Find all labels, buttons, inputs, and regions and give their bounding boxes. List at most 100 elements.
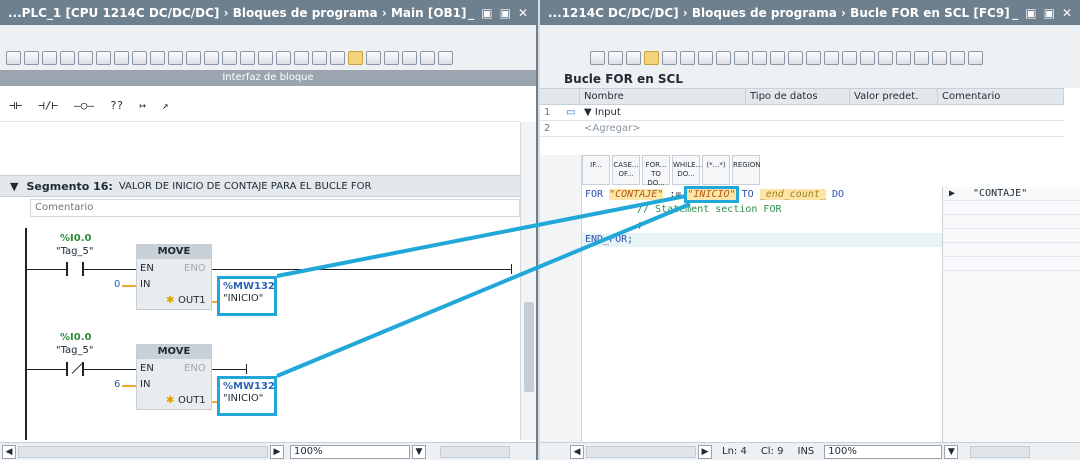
tool-icon[interactable] — [240, 51, 255, 65]
code-line-1[interactable]: FOR "CONTAJE" := "INICIO" TO _end_count_… — [585, 186, 844, 203]
tool-icon[interactable] — [168, 51, 183, 65]
for-template-button[interactable]: FOR... TO DO... — [642, 155, 670, 187]
tool-icon[interactable] — [734, 51, 749, 65]
net1-no-contact[interactable] — [66, 262, 84, 276]
no-contact-icon[interactable]: ⊣⊢ — [6, 97, 25, 114]
close-icon[interactable]: ✕ — [1062, 6, 1072, 20]
interface-row[interactable]: 2 <Agregar> — [540, 121, 1064, 137]
tool-icon[interactable] — [932, 51, 947, 65]
tool-icon[interactable] — [968, 51, 983, 65]
scroll-right-icon[interactable]: ▶ — [698, 444, 712, 459]
maximize-icon[interactable]: ▣ — [1044, 6, 1055, 20]
net1-out-operand[interactable]: %MW132 "INICIO" — [217, 276, 277, 316]
tool-icon[interactable] — [114, 51, 129, 65]
scroll-left-icon[interactable]: ◀ — [570, 444, 584, 459]
tool-icon[interactable] — [402, 51, 417, 65]
tool-icon[interactable] — [60, 51, 75, 65]
right-horizontal-scrollbar[interactable] — [586, 445, 696, 458]
net2-out-operand[interactable]: %MW132 "INICIO" — [217, 376, 277, 416]
tool-icon[interactable] — [644, 51, 659, 65]
tool-icon[interactable] — [842, 51, 857, 65]
tool-icon[interactable] — [42, 51, 57, 65]
net1-in-value[interactable]: 0 — [114, 279, 120, 290]
tool-icon[interactable] — [366, 51, 381, 65]
tool-icon[interactable] — [24, 51, 39, 65]
block-interface-bar[interactable]: Interfaz de bloque — [0, 70, 536, 86]
tool-icon[interactable] — [78, 51, 93, 65]
tool-icon[interactable] — [186, 51, 201, 65]
tool-icon[interactable] — [348, 51, 363, 65]
tool-icon[interactable] — [770, 51, 785, 65]
coil-icon[interactable]: –○– — [71, 97, 97, 114]
segment-header[interactable]: ▼ Segmento 16: VALOR DE INICIO DE CONTAJ… — [0, 175, 520, 197]
tool-icon[interactable] — [204, 51, 219, 65]
code-line-2[interactable]: // Statement section FOR — [637, 204, 782, 215]
left-zoom-select[interactable]: 100% — [290, 444, 410, 459]
tool-icon[interactable] — [330, 51, 345, 65]
zoom-dropdown-icon[interactable]: ▼ — [944, 444, 959, 459]
col-type-header[interactable]: Tipo de datos — [746, 89, 850, 104]
left-horizontal-scrollbar[interactable] — [18, 445, 268, 458]
tool-icon[interactable] — [258, 51, 273, 65]
if-template-button[interactable]: IF... — [582, 155, 610, 185]
tool-icon[interactable] — [824, 51, 839, 65]
collapse-icon[interactable]: ▼ — [10, 180, 18, 193]
tool-icon[interactable] — [896, 51, 911, 65]
tool-icon[interactable] — [680, 51, 695, 65]
tool-icon[interactable] — [384, 51, 399, 65]
nc-contact-icon[interactable]: ⊣/⊢ — [35, 97, 61, 114]
left-zoom-slider[interactable] — [440, 445, 510, 458]
maximize-icon[interactable]: ▣ — [500, 6, 511, 20]
tool-icon[interactable] — [878, 51, 893, 65]
tool-icon[interactable] — [222, 51, 237, 65]
close-branch-icon[interactable]: ↗ — [159, 97, 172, 114]
tool-icon[interactable] — [420, 51, 435, 65]
restore-icon[interactable]: ▣ — [1025, 6, 1036, 20]
zoom-dropdown-icon[interactable]: ▼ — [412, 444, 426, 459]
net2-nc-contact[interactable] — [66, 362, 84, 376]
col-default-header[interactable]: Valor predet. — [850, 89, 938, 104]
tool-icon[interactable] — [294, 51, 309, 65]
tool-icon[interactable] — [96, 51, 111, 65]
scroll-left-icon[interactable]: ◀ — [2, 444, 16, 459]
col-name-header[interactable]: Nombre — [580, 89, 746, 104]
while-template-button[interactable]: WHILE... DO... — [672, 155, 702, 185]
tool-icon[interactable] — [150, 51, 165, 65]
left-vertical-scrollbar[interactable] — [520, 122, 536, 440]
scl-code-editor[interactable]: FOR "CONTAJE" := "INICIO" TO _end_count_… — [582, 186, 942, 442]
tool-icon[interactable] — [6, 51, 21, 65]
tool-icon[interactable] — [860, 51, 875, 65]
open-branch-icon[interactable]: ↦ — [136, 97, 149, 114]
tool-icon[interactable] — [608, 51, 623, 65]
col-comment-header[interactable]: Comentario — [938, 89, 1064, 104]
close-icon[interactable]: ✕ — [518, 6, 528, 20]
tool-icon[interactable] — [788, 51, 803, 65]
restore-icon[interactable]: ▣ — [481, 6, 492, 20]
tool-icon[interactable] — [312, 51, 327, 65]
tool-icon[interactable] — [806, 51, 821, 65]
add-row-placeholder[interactable]: <Agregar> — [580, 121, 746, 136]
tool-icon[interactable] — [662, 51, 677, 65]
tool-icon[interactable] — [752, 51, 767, 65]
tool-icon[interactable] — [914, 51, 929, 65]
tool-icon[interactable] — [438, 51, 453, 65]
code-line-3[interactable]: ; — [637, 219, 643, 230]
expand-icon[interactable]: ▼ — [584, 107, 595, 118]
right-zoom-slider[interactable] — [970, 445, 1031, 458]
net2-in-value[interactable]: 6 — [114, 379, 120, 390]
tool-icon[interactable] — [950, 51, 965, 65]
tool-icon[interactable] — [590, 51, 605, 65]
minimize-icon[interactable]: _ — [1012, 6, 1018, 20]
region-template-button[interactable]: REGION — [732, 155, 761, 185]
tool-icon[interactable] — [698, 51, 713, 65]
interface-row[interactable]: 1 ▭ ▼ Input — [540, 105, 1064, 121]
tool-icon[interactable] — [276, 51, 291, 65]
empty-box-icon[interactable]: ?? — [107, 97, 126, 114]
scroll-right-icon[interactable]: ▶ — [270, 444, 284, 459]
tool-icon[interactable] — [626, 51, 641, 65]
code-line-4[interactable]: END_FOR; — [585, 234, 633, 245]
comment-template-button[interactable]: (*...*) — [702, 155, 730, 185]
case-template-button[interactable]: CASE... OF... — [612, 155, 640, 185]
left-scroll-thumb[interactable] — [524, 302, 534, 392]
minimize-icon[interactable]: _ — [468, 6, 474, 20]
